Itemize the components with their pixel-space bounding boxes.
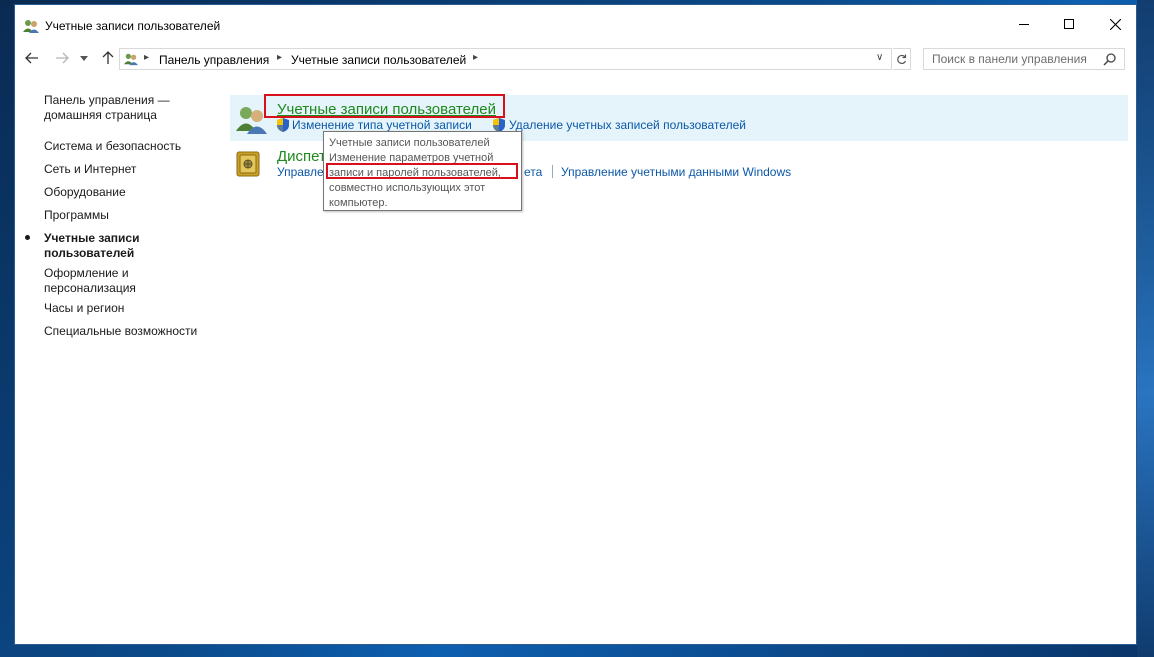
sidebar-item-system-security[interactable]: Система и безопасность [44,139,181,154]
window-title: Учетные записи пользователей [45,19,221,33]
sidebar-item-label: Панель управления — [44,93,170,107]
search-icon[interactable] [1103,52,1117,66]
arrow-right-icon [56,52,69,64]
tooltip-line: компьютер. [329,197,388,209]
link-delete-user-accounts[interactable]: Удаление учетных записей пользователей [509,118,746,132]
sidebar-item-label: пользователей [44,246,135,260]
link-change-account-type[interactable]: Изменение типа учетной записи [292,118,472,132]
breadcrumb-separator-icon[interactable]: ▸ [277,52,282,63]
sidebar-item-label: Специальные возможности [44,324,198,338]
sidebar-item-label: Система и безопасность [44,139,182,153]
sidebar-item-hardware[interactable]: Оборудование [44,185,126,200]
minimize-icon [1019,23,1029,25]
address-dropdown-icon[interactable]: ∨ [876,52,883,63]
sidebar-item-label: Сеть и Интернет [44,162,137,176]
link-manage-windows-credentials[interactable]: Управление учетными данными Windows [561,165,791,179]
active-bullet-icon [25,235,30,240]
users-icon[interactable] [234,104,268,134]
sidebar-item-appearance[interactable]: Оформление и персонализация [44,266,136,296]
chevron-down-icon [80,55,88,61]
tooltip-line: Учетные записи пользователей [329,137,490,149]
link-separator [552,165,553,178]
sidebar-item-clock-region[interactable]: Часы и регион [44,301,124,316]
sidebar-item-label: Оборудование [44,185,126,199]
category-title-credential-manager[interactable]: Диспет [277,148,326,165]
navigation-bar: ▸ Панель управления ▸ Учетные записи пол… [15,43,1136,73]
search-input[interactable] [923,48,1125,70]
tooltip-line: совместно использующих этот [329,182,486,194]
sidebar-item-network[interactable]: Сеть и Интернет [44,162,136,177]
sidebar-item-label: Учетные записи [44,231,140,245]
sidebar-item-label: персонализация [44,281,136,295]
tooltip-line: Изменение параметров учетной [329,152,494,164]
sidebar-item-label: Программы [44,208,109,222]
refresh-icon [897,54,907,64]
uac-shield-icon [277,118,289,132]
breadcrumb-separator-icon[interactable]: ▸ [144,52,149,63]
sidebar-item-home[interactable]: Панель управления — домашняя страница [44,93,170,123]
uac-shield-icon [493,118,505,132]
users-icon [124,53,138,66]
forward-button[interactable] [51,47,73,69]
refresh-button[interactable] [893,48,911,70]
up-button[interactable] [97,47,119,69]
title-bar: Учетные записи пользователей [15,5,1136,43]
sidebar-item-accessibility[interactable]: Специальные возможности [44,324,197,339]
minimize-button[interactable] [1001,5,1047,43]
category-title-user-accounts[interactable]: Учетные записи пользователей [277,101,496,118]
sidebar-item-programs[interactable]: Программы [44,208,109,223]
back-button[interactable] [21,47,43,69]
control-panel-window: Учетные записи пользователей ▸ Панель уп… [14,4,1137,645]
breadcrumb-user-accounts[interactable]: Учетные записи пользователей [291,53,466,67]
breadcrumb-control-panel[interactable]: Панель управления [159,53,269,67]
tooltip-line: записи и паролей пользователей, [329,167,501,179]
safe-icon[interactable] [236,149,262,177]
link-manage-credentials-partial[interactable]: Управле [277,165,324,179]
sidebar-item-label: Оформление и [44,266,129,280]
sidebar-item-label: домашняя страница [44,108,157,122]
tooltip: Учетные записи пользователей Изменение п… [323,131,522,211]
arrow-up-icon [102,51,114,64]
link-web-credentials-partial[interactable]: ета [524,165,542,179]
address-bar[interactable]: ▸ Панель управления ▸ Учетные записи пол… [119,48,892,70]
breadcrumb-separator-icon[interactable]: ▸ [473,52,478,63]
maximize-icon [1064,19,1074,29]
close-icon [1109,18,1121,30]
maximize-button[interactable] [1046,5,1092,43]
desktop-background [1137,0,1154,657]
users-icon [23,20,39,33]
recent-locations-button[interactable] [77,47,91,69]
sidebar-item-label: Часы и регион [44,301,125,315]
arrow-left-icon [25,52,38,64]
sidebar-item-user-accounts[interactable]: Учетные записи пользователей [25,231,140,261]
close-button[interactable] [1092,5,1138,43]
